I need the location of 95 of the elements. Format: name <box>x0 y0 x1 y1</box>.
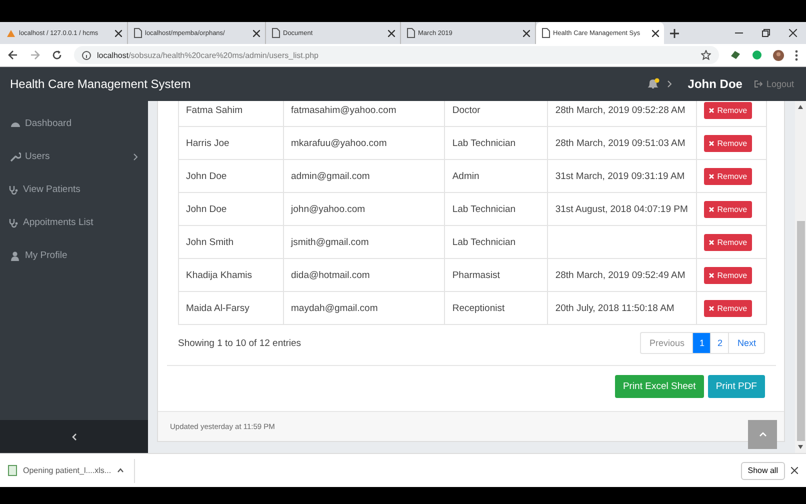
extension-icon[interactable] <box>730 50 741 60</box>
page-icon <box>134 28 142 38</box>
table-cell: Receptionist <box>444 292 548 324</box>
table-cell: Maida Al-Farsy <box>178 292 284 324</box>
table-cell: Lab Technician <box>444 126 548 160</box>
chevron-up-icon <box>758 432 766 437</box>
table-cell: Doctor <box>444 101 548 126</box>
table-cell: 28th March, 2019 09:52:28 AM <box>548 101 697 126</box>
sidebar-item[interactable]: Appoitments List <box>0 206 148 239</box>
entries-info: Showing 1 to 10 of 12 entries <box>178 338 302 349</box>
chevron-icon[interactable] <box>666 80 672 88</box>
table-cell: dida@hotmail.com <box>284 258 445 292</box>
table-cell: Pharmasist <box>444 258 548 292</box>
remove-button[interactable]: Remove <box>704 266 752 284</box>
next-link[interactable]: Next <box>728 333 764 354</box>
scrollbar-thumb[interactable] <box>796 221 804 441</box>
sidebar-item[interactable]: My Profile <box>0 239 148 272</box>
table-cell: 31st August, 2018 04:07:19 PM <box>548 192 697 226</box>
page-link[interactable]: 1 <box>692 333 710 354</box>
table-cell: 20th July, 2018 11:50:18 AM <box>548 292 697 324</box>
spreadsheet-icon <box>8 465 17 476</box>
close-icon[interactable] <box>652 30 659 36</box>
close-icon[interactable] <box>253 30 260 36</box>
new-tab-icon[interactable] <box>670 28 679 38</box>
page-link[interactable]: 2 <box>710 333 728 354</box>
remove-button[interactable]: Remove <box>704 134 752 152</box>
page-icon <box>407 28 415 38</box>
close-icon[interactable] <box>523 30 530 36</box>
info-icon <box>82 50 91 60</box>
user-icon <box>10 250 21 260</box>
app-title: Health Care Management System <box>10 77 191 91</box>
close-icon <box>709 108 714 112</box>
table-cell: Lab Technician <box>444 192 548 226</box>
address-field[interactable]: localhost/sobsuza/health%20care%20ms/admin/users_list.php <box>74 46 719 64</box>
table-cell: 28th March, 2019 09:52:49 AM <box>548 258 697 292</box>
logout-icon <box>754 80 764 88</box>
reload-icon[interactable] <box>52 50 62 60</box>
close-icon[interactable] <box>115 30 122 36</box>
scroll-up-icon[interactable] <box>798 105 803 109</box>
back-icon[interactable] <box>8 50 18 60</box>
sail-icon <box>6 28 16 38</box>
table-cell: fatmasahim@yahoo.com <box>284 101 445 126</box>
remove-button[interactable]: Remove <box>704 168 752 184</box>
show-all-button[interactable]: Show all <box>740 462 785 480</box>
remove-button[interactable]: Remove <box>704 200 752 218</box>
table-cell: John Doe <box>178 192 284 226</box>
close-icon <box>709 206 714 212</box>
sidebar-item[interactable]: View Patients <box>0 173 148 206</box>
close-icon <box>709 306 714 310</box>
close-icon[interactable] <box>788 29 796 37</box>
logout-link[interactable]: Logout <box>754 79 794 89</box>
table-cell: admin@gmail.com <box>284 160 445 192</box>
table-cell: Lab Technician <box>444 226 548 258</box>
print-button[interactable]: Print PDF <box>708 375 765 398</box>
table-cell: jsmith@gmail.com <box>284 226 445 258</box>
close-icon[interactable] <box>791 467 798 474</box>
close-icon <box>709 240 714 244</box>
page-icon <box>542 28 550 38</box>
sidebar-item[interactable]: Users <box>0 140 148 173</box>
table-cell: maydah@gmail.com <box>284 292 445 324</box>
scroll-down-icon[interactable] <box>798 445 803 449</box>
download-item[interactable]: Opening patient_l....xls... <box>8 458 136 482</box>
previous-link[interactable]: Previous <box>641 333 692 354</box>
stethoscope-icon <box>8 184 19 194</box>
table-cell: john@yahoo.com <box>284 192 445 226</box>
close-icon <box>709 140 714 146</box>
page-icon <box>272 28 280 38</box>
remove-button[interactable]: Remove <box>704 300 752 316</box>
sidebar-item[interactable]: Dashboard <box>0 107 148 140</box>
table-cell: Admin <box>444 160 548 192</box>
table-cell: Khadija Khamis <box>178 258 284 292</box>
user-name[interactable]: John Doe <box>688 77 742 91</box>
close-icon[interactable] <box>388 30 395 36</box>
menu-icon[interactable] <box>795 50 798 60</box>
close-icon <box>709 272 714 278</box>
remove-button[interactable]: Remove <box>704 234 752 250</box>
extension-icon[interactable] <box>752 50 762 60</box>
avatar-icon[interactable] <box>773 50 784 60</box>
star-icon[interactable] <box>701 50 711 60</box>
table-cell: John Smith <box>178 226 284 258</box>
restore-icon[interactable] <box>762 29 770 37</box>
bell-icon[interactable] <box>646 78 661 90</box>
table-cell: mkarafuu@yahoo.com <box>284 126 445 160</box>
table-cell: 28th March, 2019 09:51:03 AM <box>548 126 697 160</box>
remove-button[interactable]: Remove <box>704 102 752 118</box>
caret-icon <box>117 468 124 473</box>
print-button[interactable]: Print Excel Sheet <box>614 375 704 398</box>
table-cell: John Doe <box>178 160 284 192</box>
wrench-icon <box>10 152 21 162</box>
stethoscope-icon <box>8 218 19 228</box>
chevron-left-icon <box>72 432 76 440</box>
table-cell: Harris Joe <box>178 126 284 160</box>
close-icon <box>709 174 714 178</box>
table-cell: Fatma Sahim <box>178 101 284 126</box>
table-cell: 31st March, 2019 09:31:19 AM <box>548 160 697 192</box>
